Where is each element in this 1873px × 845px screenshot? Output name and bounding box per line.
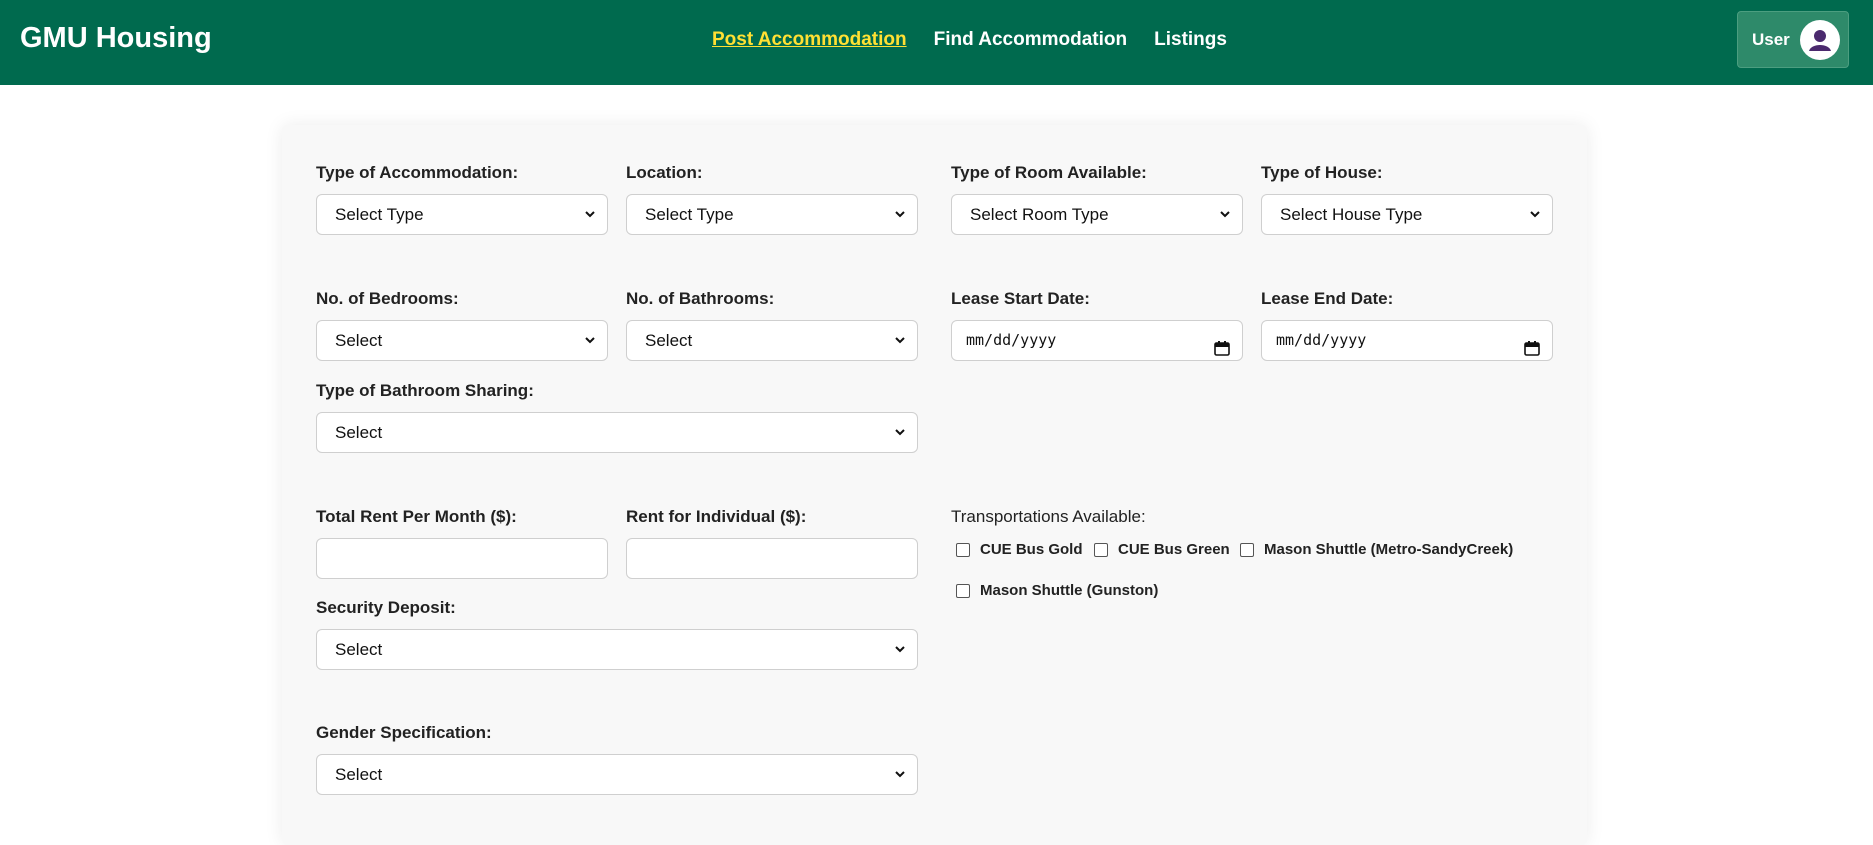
total-rent-label: Total Rent Per Month ($):: [316, 507, 517, 526]
calendar-icon[interactable]: [1214, 332, 1230, 356]
checkbox[interactable]: [956, 542, 970, 557]
security-deposit-value: Select: [335, 640, 383, 659]
lease-start-date-input[interactable]: mm/dd/yyyy: [951, 320, 1243, 361]
type-of-accommodation-select[interactable]: Select Type: [316, 194, 608, 235]
transport-option-label: Mason Shuttle (Metro-SandyCreek): [1264, 541, 1514, 558]
chevron-down-icon: [895, 630, 907, 669]
type-of-accommodation-value: Select Type: [335, 205, 424, 224]
location-select[interactable]: Select Type: [626, 194, 918, 235]
gender-value: Select: [335, 765, 383, 784]
checkbox[interactable]: [1094, 542, 1108, 557]
type-of-room-label: Type of Room Available:: [951, 163, 1147, 182]
bedrooms-select[interactable]: Select: [316, 320, 608, 361]
security-deposit-select[interactable]: Select: [316, 629, 918, 670]
user-menu-button[interactable]: User: [1737, 11, 1849, 68]
chevron-down-icon: [895, 321, 907, 360]
nav-link-listings[interactable]: Listings: [1154, 29, 1227, 51]
bathroom-sharing-select[interactable]: Select: [316, 412, 918, 453]
type-of-accommodation-label: Type of Accommodation:: [316, 163, 519, 182]
nav-links: Post Accommodation Find Accommodation Li…: [712, 28, 1227, 52]
lease-end-date-input[interactable]: mm/dd/yyyy: [1261, 320, 1553, 361]
total-rent-input[interactable]: [316, 538, 608, 579]
individual-rent-label: Rent for Individual ($):: [626, 507, 807, 526]
chevron-down-icon: [895, 195, 907, 234]
bathrooms-value: Select: [645, 331, 693, 350]
chevron-down-icon: [585, 321, 597, 360]
location-label: Location:: [626, 163, 703, 182]
nav-link-post-accommodation[interactable]: Post Accommodation: [712, 29, 907, 51]
bedrooms-label: No. of Bedrooms:: [316, 289, 459, 308]
bathrooms-select[interactable]: Select: [626, 320, 918, 361]
chevron-down-icon: [895, 413, 907, 452]
transport-option-mason-shuttle-gunston[interactable]: Mason Shuttle (Gunston): [956, 582, 1158, 599]
type-of-house-select[interactable]: Select House Type: [1261, 194, 1553, 235]
nav-link-find-accommodation[interactable]: Find Accommodation: [934, 29, 1128, 51]
user-avatar-icon: [1799, 19, 1840, 60]
chevron-down-icon: [895, 755, 907, 794]
security-deposit-label: Security Deposit:: [316, 598, 456, 617]
chevron-down-icon: [1220, 195, 1232, 234]
lease-end-label: Lease End Date:: [1261, 289, 1394, 308]
user-label: User: [1752, 29, 1790, 49]
brand-logo-text[interactable]: GMU Housing: [20, 22, 212, 55]
bathroom-sharing-value: Select: [335, 423, 383, 442]
type-of-house-label: Type of House:: [1261, 163, 1383, 182]
bathroom-sharing-label: Type of Bathroom Sharing:: [316, 381, 534, 400]
transport-option-label: Mason Shuttle (Gunston): [980, 582, 1159, 599]
calendar-icon[interactable]: [1524, 332, 1540, 356]
transport-option-cue-bus-green[interactable]: CUE Bus Green: [1094, 541, 1230, 558]
individual-rent-input[interactable]: [626, 538, 918, 579]
type-of-room-value: Select Room Type: [970, 205, 1109, 224]
bathrooms-label: No. of Bathrooms:: [626, 289, 775, 308]
gender-label: Gender Specification:: [316, 723, 492, 742]
transport-option-label: CUE Bus Green: [1118, 541, 1230, 558]
checkbox[interactable]: [956, 583, 970, 598]
top-navbar: GMU Housing Post Accommodation Find Acco…: [0, 0, 1873, 85]
gender-select[interactable]: Select: [316, 754, 918, 795]
chevron-down-icon: [1530, 195, 1542, 234]
type-of-room-select[interactable]: Select Room Type: [951, 194, 1243, 235]
lease-start-label: Lease Start Date:: [951, 289, 1090, 308]
bedrooms-value: Select: [335, 331, 383, 350]
transport-option-cue-bus-gold[interactable]: CUE Bus Gold: [956, 541, 1083, 558]
transport-option-label: CUE Bus Gold: [980, 541, 1083, 558]
post-accommodation-form: Type of Accommodation: Select Type Locat…: [282, 125, 1587, 845]
lease-end-placeholder: mm/dd/yyyy: [1276, 331, 1367, 349]
transportation-label: Transportations Available:: [951, 507, 1146, 526]
lease-start-placeholder: mm/dd/yyyy: [966, 331, 1057, 349]
chevron-down-icon: [585, 195, 597, 234]
transport-option-mason-shuttle-metro[interactable]: Mason Shuttle (Metro-SandyCreek): [1240, 541, 1513, 558]
type-of-house-value: Select House Type: [1280, 205, 1423, 224]
checkbox[interactable]: [1240, 542, 1254, 557]
location-value: Select Type: [645, 205, 734, 224]
